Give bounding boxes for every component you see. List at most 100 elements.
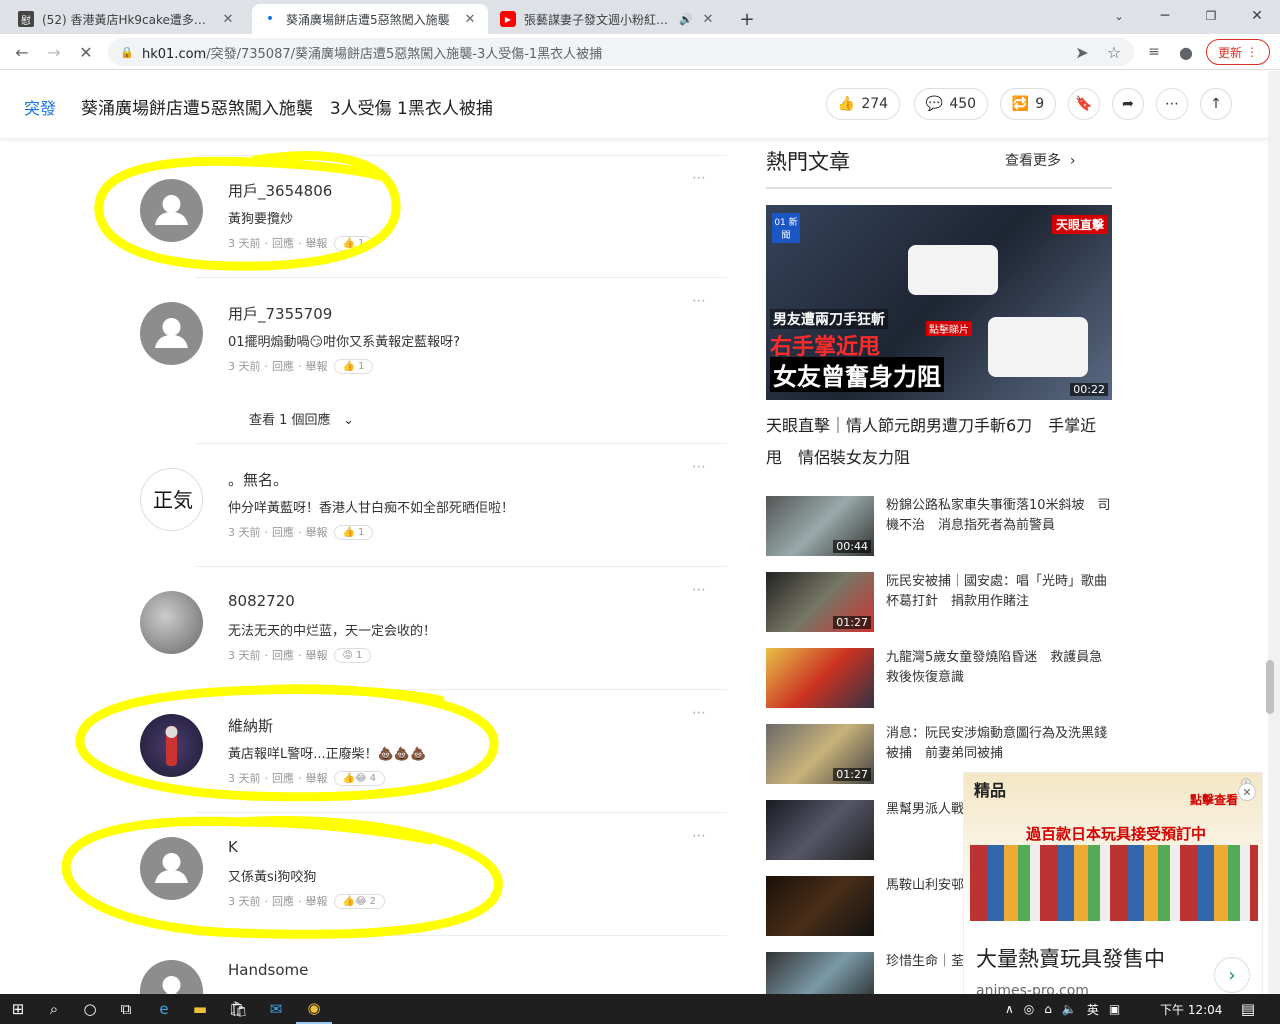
profile-icon[interactable]: ● [1172, 38, 1200, 66]
comment-username[interactable]: 用戶_3654806 [228, 180, 332, 201]
comment-like-button[interactable]: 👍😂 4 [333, 770, 386, 786]
reply-link[interactable]: 回應 [272, 770, 294, 786]
cortana-icon[interactable]: ○ [72, 994, 108, 1024]
like-button[interactable]: 👍 274 [826, 88, 900, 120]
comment-like-count: 2 [369, 895, 377, 907]
comment-like-button[interactable]: 😡 1 [333, 647, 372, 663]
browser-tab-3[interactable]: ▶ 張藝謀妻子發文週小粉紅圍攻 🔊 ✕ [490, 4, 726, 34]
forward-icon[interactable]: → [40, 38, 68, 66]
sidebar-article[interactable]: 00:44 粉錦公路私家車失事衝落10米斜坡 司機不治 消息指死者為前警員 [766, 496, 1112, 556]
sidebar-article[interactable]: 九龍灣5歲女童發燒陷昏迷 救護員急救後恢復意識 [766, 648, 1112, 708]
bookmark-icon[interactable]: 🔖 [1068, 88, 1100, 120]
notification-icon[interactable]: ▤ [1230, 994, 1266, 1024]
sidebar-article[interactable]: 01:27 阮民安被捕｜國安處：唱「光時」歌曲 杯葛打針 捐款用作賭注 [766, 572, 1120, 632]
reply-link[interactable]: 回應 [272, 524, 294, 540]
default-avatar-icon[interactable] [140, 179, 203, 242]
mail-icon[interactable]: ✉ [258, 994, 294, 1024]
scroll-top-icon[interactable]: ↑ [1200, 88, 1232, 120]
minimize-icon[interactable]: ─ [1142, 0, 1188, 32]
comment-more-icon[interactable]: ⋯ [692, 828, 706, 844]
browser-tab-1[interactable]: 慰 (52) 香港黃店Hk9cake遭多名身份 ✕ [8, 4, 246, 34]
report-link[interactable]: 舉報 [306, 770, 328, 786]
comment-username[interactable]: 用戶_7355709 [228, 303, 332, 324]
video-duration: 01:27 [833, 616, 871, 629]
chevron-right-icon[interactable]: › [1214, 957, 1250, 993]
comment-username[interactable]: K [228, 838, 238, 856]
photo-avatar[interactable] [140, 591, 203, 654]
reply-link[interactable]: 回應 [272, 893, 294, 909]
address-bar[interactable]: 🔒 hk01.com/突發/735087/葵涌廣場餅店遭5惡煞闖入施襲-3人受傷… [108, 38, 1134, 66]
media-queue-icon[interactable]: ≡ [1140, 38, 1168, 66]
comment-more-icon[interactable]: ⋯ [692, 293, 706, 309]
reply-link[interactable]: 回應 [272, 647, 294, 663]
close-ad-icon[interactable]: ✕ [1238, 783, 1256, 801]
tray-app-icon[interactable]: ◎ [1024, 1002, 1034, 1016]
advertisement[interactable]: 精品 點擊查看 過百款日本玩具接受預訂中 大量熱賣玩具發售中 animes-pr… [963, 772, 1263, 998]
view-replies-toggle[interactable]: 查看 1 個回應 ⌄ [249, 409, 354, 428]
scrollbar-track[interactable] [1268, 71, 1280, 998]
comment-more-icon[interactable]: ⋯ [692, 705, 706, 721]
reply-link[interactable]: 回應 [272, 235, 294, 251]
close-tab-icon[interactable]: ✕ [700, 12, 716, 27]
category-link[interactable]: 突發 [24, 95, 56, 119]
chrome-icon[interactable]: ◉ [296, 994, 332, 1024]
report-link[interactable]: 舉報 [306, 893, 328, 909]
network-icon[interactable]: ⌂ [1044, 1002, 1052, 1016]
comment-like-button[interactable]: 👍 1 [333, 358, 374, 374]
chevron-right-icon: › [1069, 153, 1076, 169]
repost-button[interactable]: 🔁 9 [1000, 88, 1056, 120]
bookmark-star-icon[interactable]: ☆ [1100, 38, 1128, 66]
new-tab-button[interactable]: + [730, 4, 764, 34]
update-button[interactable]: 更新 ⋮ [1206, 39, 1270, 65]
comment-more-icon[interactable]: ⋯ [692, 582, 706, 598]
share-icon[interactable]: ➦ [1112, 88, 1144, 120]
feature-article-link[interactable]: 天眼直擊｜情人節元朗男遭刀手斬6刀 手掌近甩 情侶裝女友力阻 [766, 410, 1112, 474]
report-link[interactable]: 舉報 [306, 524, 328, 540]
report-link[interactable]: 舉報 [306, 647, 328, 663]
volume-icon[interactable]: 🔈 [1062, 1002, 1077, 1016]
close-window-icon[interactable]: ✕ [1234, 0, 1280, 32]
default-avatar-icon[interactable] [140, 302, 203, 365]
comment-like-button[interactable]: 👍 1 [333, 524, 374, 540]
close-tab-icon[interactable]: ✕ [220, 12, 236, 27]
comment-like-button[interactable]: 👍 1 [333, 235, 374, 251]
edge-icon[interactable]: e [146, 994, 182, 1024]
report-link[interactable]: 舉報 [306, 358, 328, 374]
stop-loading-icon[interactable]: ✕ [72, 38, 100, 66]
more-options-icon[interactable]: ⋯ [1156, 88, 1188, 120]
comment-button[interactable]: 💬 450 [914, 88, 988, 120]
browser-tab-2[interactable]: • 葵涌廣場餅店遭5惡煞闖入施襲 ✕ [252, 4, 488, 34]
comment-more-icon[interactable]: ⋯ [692, 459, 706, 475]
send-icon[interactable]: ➤ [1068, 38, 1096, 66]
input-method-icon[interactable]: ▣ [1109, 1002, 1120, 1016]
mute-icon[interactable]: 🔊 [678, 13, 694, 26]
comment-username[interactable]: 。無名。 [228, 469, 288, 490]
see-more-link[interactable]: 查看更多 › [1005, 150, 1076, 170]
restore-icon[interactable]: ❐ [1188, 0, 1234, 32]
calligraphy-avatar[interactable]: 正気 [140, 468, 203, 531]
store-icon[interactable]: 🛍 [220, 994, 256, 1024]
close-tab-icon[interactable]: ✕ [462, 12, 478, 27]
system-tray: ∧ ◎ ⌂ 🔈 英 ▣ [1005, 994, 1120, 1024]
comment-username[interactable]: Handsome [228, 961, 308, 979]
clock[interactable]: 下午 12:04 [1160, 1001, 1222, 1018]
windows-start-icon[interactable]: ⊞ [0, 994, 36, 1024]
ime-indicator[interactable]: 英 [1087, 1001, 1099, 1018]
default-avatar-icon[interactable] [140, 960, 203, 994]
comment-like-button[interactable]: 👍😂 2 [333, 893, 386, 909]
comment-more-icon[interactable]: ⋯ [692, 170, 706, 186]
scrollbar-thumb[interactable] [1266, 660, 1274, 714]
back-icon[interactable]: ← [8, 38, 36, 66]
file-explorer-icon[interactable]: ▬ [182, 994, 218, 1024]
tab-search-icon[interactable]: ⌄ [1096, 0, 1142, 32]
comment-username[interactable]: 8082720 [228, 592, 295, 610]
feature-video-thumbnail[interactable]: 01 新聞 天眼直擊 男友遭兩刀手狂斬 點擊睇片 右手掌近甩 女友曾奮身力阻 0… [766, 205, 1112, 400]
default-avatar-icon[interactable] [140, 837, 203, 900]
robot-avatar[interactable] [140, 714, 203, 777]
comment-username[interactable]: 維納斯 [228, 715, 273, 736]
reply-link[interactable]: 回應 [272, 358, 294, 374]
chevron-up-icon[interactable]: ∧ [1005, 1002, 1014, 1016]
search-icon[interactable]: ⌕ [36, 994, 72, 1024]
report-link[interactable]: 舉報 [306, 235, 328, 251]
task-view-icon[interactable]: ⧉ [108, 994, 144, 1024]
